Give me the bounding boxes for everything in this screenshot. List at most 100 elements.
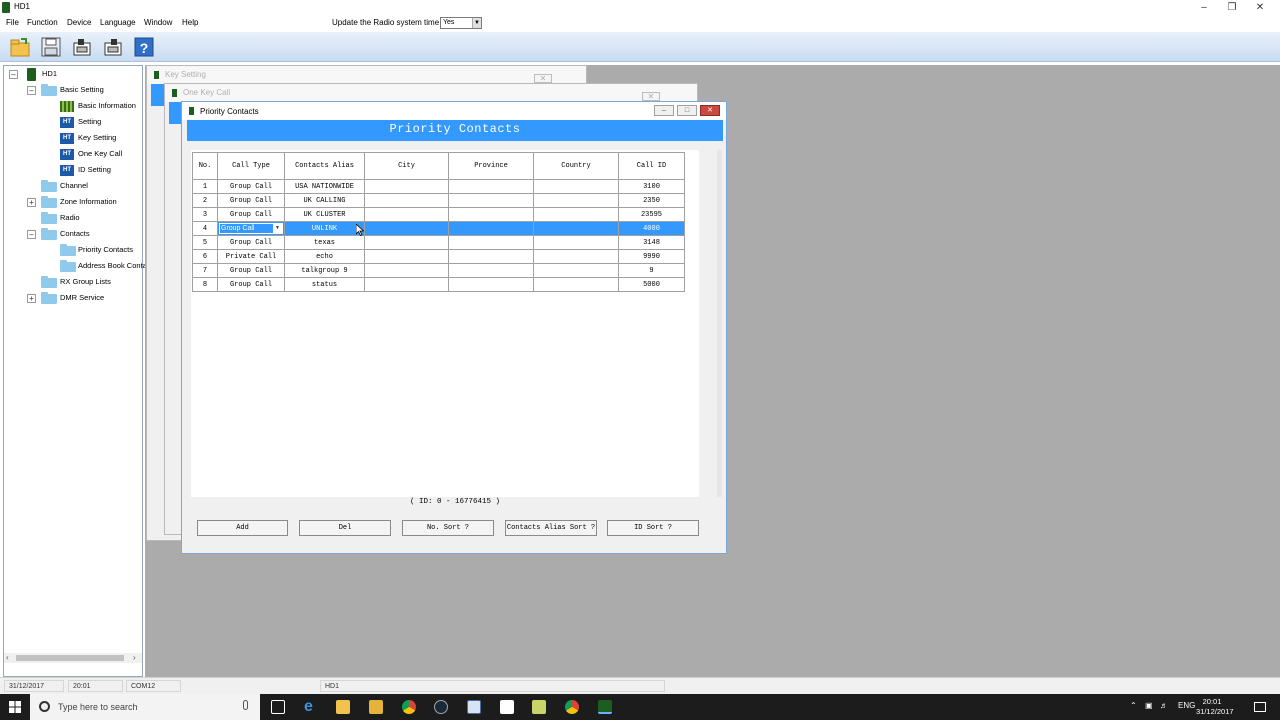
table-row[interactable]: 3 Group Call UK CLUSTER 23595 bbox=[192, 207, 685, 222]
cell-call-type[interactable]: Group Call bbox=[217, 179, 285, 194]
cell-province[interactable] bbox=[448, 249, 534, 264]
scrollbar-thumb[interactable] bbox=[16, 655, 124, 661]
cell-call-type[interactable]: Group Call bbox=[217, 207, 285, 222]
cell-country[interactable] bbox=[533, 179, 619, 194]
menu-window[interactable]: Window bbox=[144, 18, 172, 27]
cell-province[interactable] bbox=[448, 207, 534, 222]
chevron-down-icon[interactable]: ▼ bbox=[273, 224, 282, 233]
task-view-icon[interactable] bbox=[271, 700, 285, 714]
table-row[interactable]: 8 Group Call status 5000 bbox=[192, 277, 685, 292]
cell-call-type[interactable]: Group Call bbox=[217, 263, 285, 278]
taskbar-clock[interactable]: 20:01 31/12/2017 bbox=[1196, 697, 1234, 717]
file-explorer-icon[interactable] bbox=[336, 700, 350, 714]
edge-icon[interactable]: e bbox=[304, 699, 318, 715]
tree-item-channel[interactable]: Channel bbox=[60, 179, 88, 193]
column-header-no[interactable]: No. bbox=[192, 152, 218, 180]
cell-country[interactable] bbox=[533, 263, 619, 278]
help-icon[interactable]: ? bbox=[133, 36, 155, 58]
cell-alias[interactable]: UNLINK bbox=[284, 221, 365, 236]
table-row[interactable]: 5 Group Call texas 3148 bbox=[192, 235, 685, 250]
table-row[interactable]: 2 Group Call UK CALLING 2350 bbox=[192, 193, 685, 208]
tree-item-dmr-service[interactable]: DMR Service bbox=[60, 291, 104, 305]
collapse-icon[interactable]: – bbox=[27, 86, 36, 95]
cell-city[interactable] bbox=[364, 179, 449, 194]
tree-item-priority-contacts[interactable]: Priority Contacts bbox=[78, 243, 133, 257]
expand-icon[interactable]: + bbox=[27, 294, 36, 303]
cell-alias[interactable]: echo bbox=[284, 249, 365, 264]
column-header-city[interactable]: City bbox=[364, 152, 449, 180]
call-type-select[interactable]: Group Call ▼ bbox=[219, 223, 283, 234]
cell-province[interactable] bbox=[448, 193, 534, 208]
cell-city[interactable] bbox=[364, 263, 449, 278]
cell-city[interactable] bbox=[364, 249, 449, 264]
cell-alias[interactable]: UK CLUSTER bbox=[284, 207, 365, 222]
add-button[interactable]: Add bbox=[197, 520, 288, 536]
del-button[interactable]: Del bbox=[299, 520, 391, 536]
cell-city[interactable] bbox=[364, 207, 449, 222]
tree-item-one-key-call[interactable]: One Key Call bbox=[78, 147, 122, 161]
cell-country[interactable] bbox=[533, 221, 619, 236]
no-sort-button[interactable]: No. Sort ? bbox=[402, 520, 494, 536]
cell-call-id[interactable]: 9990 bbox=[618, 249, 685, 264]
notification-icon[interactable] bbox=[1254, 702, 1266, 712]
tree-item-address-book[interactable]: Address Book Conta bbox=[78, 259, 147, 273]
open-folder-icon[interactable] bbox=[9, 36, 31, 58]
tree-item-setting[interactable]: Setting bbox=[78, 115, 101, 129]
taskbar-search[interactable]: Type here to search bbox=[30, 694, 260, 720]
cell-call-id[interactable]: 9 bbox=[618, 263, 685, 278]
tree-item-rx-group-lists[interactable]: RX Group Lists bbox=[60, 275, 111, 289]
menu-file[interactable]: File bbox=[6, 18, 19, 27]
cell-call-id[interactable]: 3148 bbox=[618, 235, 685, 250]
windows-start-icon[interactable] bbox=[9, 701, 21, 713]
table-row[interactable]: 6 Private Call echo 9990 bbox=[192, 249, 685, 264]
save-icon[interactable] bbox=[40, 36, 62, 58]
tree-horizontal-scrollbar[interactable]: ‹ › bbox=[4, 653, 142, 663]
cell-city[interactable] bbox=[364, 277, 449, 292]
close-button[interactable]: ✕ bbox=[1246, 0, 1274, 15]
cell-alias[interactable]: talkgroup 9 bbox=[284, 263, 365, 278]
chrome-icon[interactable] bbox=[565, 700, 579, 714]
tree-item-basic-setting[interactable]: Basic Setting bbox=[60, 83, 104, 97]
collapse-icon[interactable]: – bbox=[9, 70, 18, 79]
column-header-country[interactable]: Country bbox=[533, 152, 619, 180]
cell-alias[interactable]: USA NATIONWIDE bbox=[284, 179, 365, 194]
cell-call-type[interactable]: Group Call bbox=[217, 235, 285, 250]
cell-province[interactable] bbox=[448, 221, 534, 236]
cell-city[interactable] bbox=[364, 193, 449, 208]
cell-call-id[interactable]: 23595 bbox=[618, 207, 685, 222]
cell-city[interactable] bbox=[364, 221, 449, 236]
tree-item-contacts[interactable]: Contacts bbox=[60, 227, 90, 241]
minimize-button[interactable]: – bbox=[1190, 0, 1218, 15]
cell-country[interactable] bbox=[533, 277, 619, 292]
table-row[interactable]: 7 Group Call talkgroup 9 9 bbox=[192, 263, 685, 278]
cell-call-id[interactable]: 5000 bbox=[618, 277, 685, 292]
maximize-button[interactable]: □ bbox=[677, 105, 697, 116]
menu-device[interactable]: Device bbox=[67, 18, 91, 27]
menu-language[interactable]: Language bbox=[100, 18, 136, 27]
cell-call-type[interactable]: Private Call bbox=[217, 249, 285, 264]
tree-item-zone-information[interactable]: Zone Information bbox=[60, 195, 117, 209]
table-row[interactable]: 1 Group Call USA NATIONWIDE 3100 bbox=[192, 179, 685, 194]
chevron-down-icon[interactable]: ▼ bbox=[472, 18, 481, 28]
cell-province[interactable] bbox=[448, 277, 534, 292]
chevron-left-icon[interactable]: ‹ bbox=[6, 653, 9, 662]
tree-item-id-setting[interactable]: ID Setting bbox=[78, 163, 111, 177]
close-button[interactable]: ✕ bbox=[642, 92, 660, 101]
chrome-icon[interactable] bbox=[402, 700, 416, 714]
table-row-selected[interactable]: 4 Group Call ▼ UNLINK 4000 bbox=[192, 221, 685, 236]
cell-province[interactable] bbox=[448, 179, 534, 194]
column-header-contacts-alias[interactable]: Contacts Alias bbox=[284, 152, 365, 180]
cell-country[interactable] bbox=[533, 249, 619, 264]
chevron-right-icon[interactable]: › bbox=[133, 653, 136, 662]
cell-alias[interactable]: texas bbox=[284, 235, 365, 250]
id-sort-button[interactable]: ID Sort ? bbox=[607, 520, 699, 536]
cell-province[interactable] bbox=[448, 235, 534, 250]
tree-item-root[interactable]: HD1 bbox=[42, 67, 57, 81]
cell-country[interactable] bbox=[533, 235, 619, 250]
store-icon[interactable] bbox=[369, 700, 383, 714]
column-header-call-type[interactable]: Call Type bbox=[217, 152, 285, 180]
minimize-button[interactable]: – bbox=[654, 105, 674, 116]
read-radio-icon[interactable] bbox=[71, 36, 93, 58]
radio-cps-icon[interactable] bbox=[598, 700, 612, 714]
write-radio-icon[interactable] bbox=[102, 36, 124, 58]
